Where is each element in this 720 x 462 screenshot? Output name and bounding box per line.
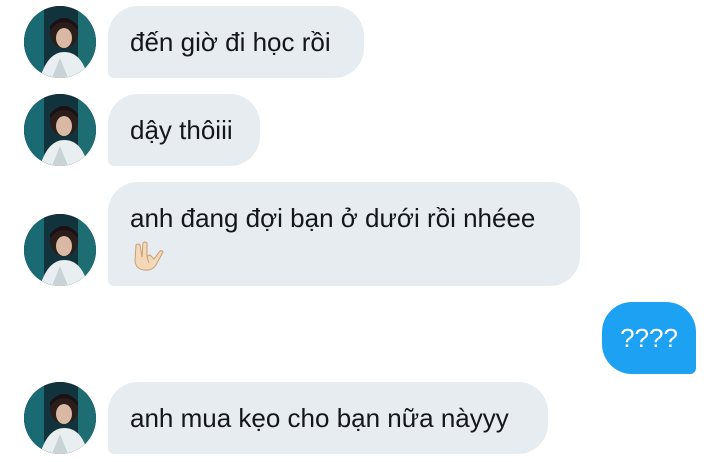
message-bubble-outgoing[interactable]: ???? (602, 302, 696, 374)
message-text: dậy thôiii (130, 115, 233, 145)
contact-avatar[interactable] (24, 382, 96, 454)
message-text: đến giờ đi học rồi (130, 27, 331, 57)
message-bubble-incoming[interactable]: đến giờ đi học rồi (108, 6, 364, 78)
message-text: ???? (620, 323, 678, 353)
avatar-photo-icon (24, 94, 96, 166)
avatar-photo-icon (24, 214, 96, 286)
message-text: anh mua kẹo cho bạn nữa nàyyy (130, 403, 509, 433)
message-text: anh đang đợi bạn ở dưới rồi nhéee (130, 203, 536, 233)
contact-avatar[interactable] (24, 6, 96, 78)
avatar-photo-icon (24, 382, 96, 454)
message-bubble-incoming[interactable]: anh mua kẹo cho bạn nữa nàyyy (108, 382, 548, 454)
message-bubble-incoming[interactable]: anh đang đợi bạn ở dưới rồi nhéee (108, 182, 580, 286)
contact-avatar[interactable] (24, 214, 96, 286)
message-bubble-incoming[interactable]: dậy thôiii (108, 94, 260, 166)
contact-avatar[interactable] (24, 94, 96, 166)
avatar-photo-icon (24, 6, 96, 78)
love-you-gesture-hand-icon (130, 239, 558, 281)
